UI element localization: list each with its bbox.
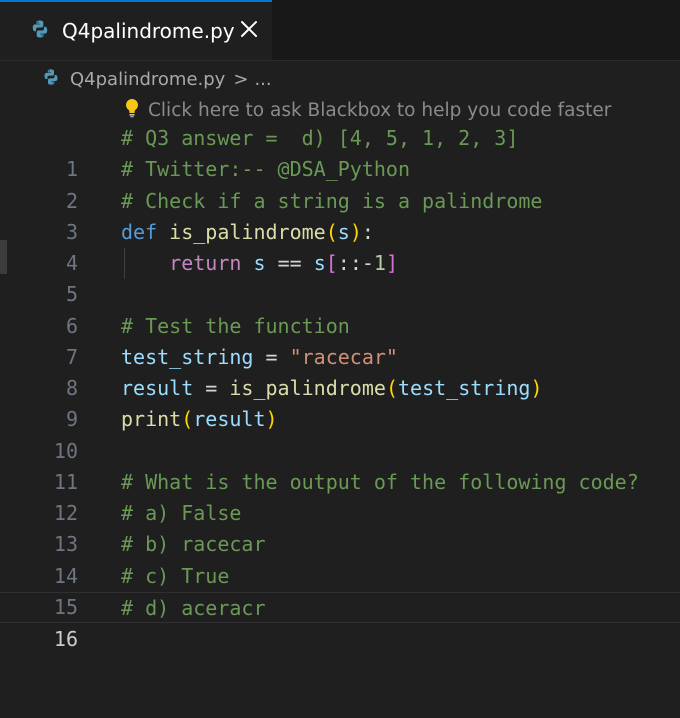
function-name: is_palindrome xyxy=(169,219,326,244)
code-line: 5 return s == s[::-1] xyxy=(0,248,680,306)
string-literal: "racecar" xyxy=(289,344,398,369)
python-icon xyxy=(30,19,50,43)
code-editor[interactable]: 1 # Q3 answer = d) [4, 5, 1, 2, 3] 2 # T… xyxy=(0,123,680,651)
breadcrumb-file[interactable]: Q4palindrome.py xyxy=(70,69,225,90)
code-line: 15 # c) True xyxy=(0,561,680,619)
parameter: s xyxy=(337,219,350,244)
operator: = xyxy=(205,376,218,400)
code-line: 8 test_string = "racecar" xyxy=(0,342,680,400)
operator: ::- xyxy=(337,251,374,275)
code-line: 9 result = is_palindrome(test_string) xyxy=(0,373,680,431)
lightbulb-icon xyxy=(124,98,140,123)
comment: # c) True xyxy=(121,563,230,588)
comment: # a) False xyxy=(121,501,242,525)
breadcrumb: Q4palindrome.py > ... xyxy=(0,62,680,96)
paren: ) xyxy=(349,219,362,244)
operator: == xyxy=(277,251,302,275)
paren: ) xyxy=(265,407,278,432)
paren: ) xyxy=(530,376,543,400)
keyword: return xyxy=(169,251,242,275)
code-line: 2 # Twitter:-- @DSA_Python xyxy=(0,154,680,212)
function-name: is_palindrome xyxy=(229,376,386,400)
code-line: 13 # a) False xyxy=(0,498,680,556)
comment: # d) aceracr xyxy=(121,595,266,620)
line-number: 16 xyxy=(53,627,78,651)
variable: result xyxy=(121,376,194,400)
blackbox-hint[interactable]: Click here to ask Blackbox to help you c… xyxy=(124,97,611,123)
code-line: 7 # Test the function xyxy=(0,311,680,369)
code-line: 10 print(result) xyxy=(0,404,680,462)
comment: # Test the function xyxy=(121,313,350,338)
code-line: 1 # Q3 answer = d) [4, 5, 1, 2, 3] xyxy=(0,123,680,181)
keyword: def xyxy=(121,219,158,244)
comment: # Check if a string is a palindrome xyxy=(121,188,543,213)
code-line: 3 # Check if a string is a palindrome xyxy=(0,186,680,244)
close-icon[interactable] xyxy=(238,18,260,40)
comment: # Q3 answer = d) [4, 5, 1, 2, 3] xyxy=(121,126,519,150)
bracket: ] xyxy=(385,251,399,275)
number: 1 xyxy=(373,251,386,275)
code-line: 4 def is_palindrome(s): xyxy=(0,217,680,275)
paren: ( xyxy=(385,376,398,400)
variable: s xyxy=(253,251,266,275)
tab-bar: Q4palindrome.py xyxy=(0,0,680,61)
code-line: 6 xyxy=(0,279,680,338)
paren: ( xyxy=(325,219,338,244)
paren: ( xyxy=(181,407,194,432)
python-icon xyxy=(42,68,60,91)
editor-tab[interactable]: Q4palindrome.py xyxy=(0,0,272,60)
variable: test_string xyxy=(397,376,531,400)
punctuation: : xyxy=(361,219,374,244)
comment: # b) racecar xyxy=(121,532,266,557)
operator: = xyxy=(265,344,278,369)
comment: # What is the output of the following co… xyxy=(121,469,639,494)
comment: # Twitter:-- @DSA_Python xyxy=(121,157,410,182)
code-line: 14 # b) racecar xyxy=(0,529,680,587)
breadcrumb-more[interactable]: ... xyxy=(254,69,271,90)
code-line: 12 # What is the output of the following… xyxy=(0,467,680,525)
variable: result xyxy=(193,407,266,432)
current-line: 16 # d) aceracr xyxy=(0,591,680,651)
bracket: [ xyxy=(325,251,338,275)
variable: test_string xyxy=(121,344,254,369)
breadcrumb-separator: > xyxy=(233,68,249,90)
tab-label: Q4palindrome.py xyxy=(62,19,235,43)
variable: s xyxy=(313,251,326,275)
function-name: print xyxy=(121,407,182,432)
hint-text: Click here to ask Blackbox to help you c… xyxy=(148,99,612,121)
code-line: 11 xyxy=(0,436,680,494)
